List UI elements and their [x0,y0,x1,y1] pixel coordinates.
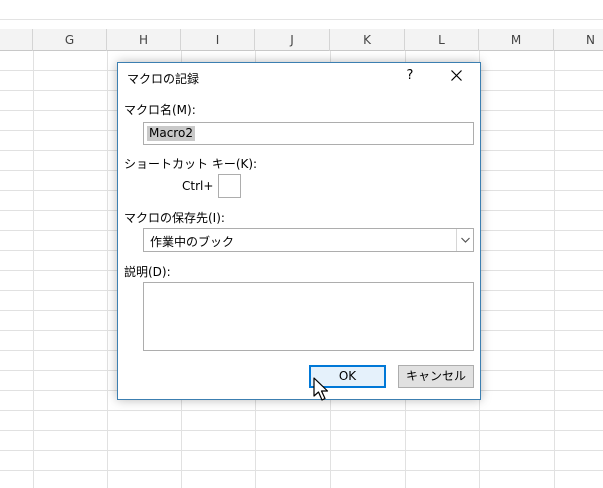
column-header-i[interactable]: I [181,29,255,51]
column-header-k[interactable]: K [330,29,405,51]
macro-name-input[interactable]: Macro2 [143,122,474,145]
column-header-partial[interactable] [0,29,33,51]
column-header-m[interactable]: M [479,29,554,51]
grid-row-line [0,470,603,471]
column-header-h[interactable]: H [107,29,181,51]
dialog-title: マクロの記録 [127,72,200,86]
description-label: 説明(D): [124,265,171,279]
ctrl-prefix-label: Ctrl+ [182,179,214,193]
column-header-n[interactable]: N [554,29,603,51]
store-macro-select[interactable]: 作業中のブック [143,228,474,252]
mouse-pointer-icon [313,377,333,403]
grid-row-line [0,450,603,451]
column-header-j[interactable]: J [255,29,330,51]
store-macro-value: 作業中のブック [150,235,235,249]
chevron-down-icon[interactable] [456,229,473,251]
macro-name-value: Macro2 [147,126,195,141]
close-icon[interactable] [444,64,468,88]
ribbon-edge [0,0,603,20]
cancel-button[interactable]: キャンセル [398,365,474,388]
grid-row-line [0,430,603,431]
shortcut-key-input[interactable] [218,174,241,198]
column-header-g[interactable]: G [33,29,107,51]
grid-row-line [0,410,603,411]
macro-name-label: マクロ名(M): [124,103,196,117]
column-header-l[interactable]: L [405,29,479,51]
store-macro-label: マクロの保存先(I): [124,211,225,225]
record-macro-dialog: マクロの記録 ? マクロ名(M): Macro2 ショートカット キー(K): … [117,62,481,400]
column-header-row: G H I J K L M N [0,29,603,51]
shortcut-key-label: ショートカット キー(K): [124,157,258,171]
description-textarea[interactable] [143,282,474,351]
question-mark-icon[interactable]: ? [398,64,422,88]
